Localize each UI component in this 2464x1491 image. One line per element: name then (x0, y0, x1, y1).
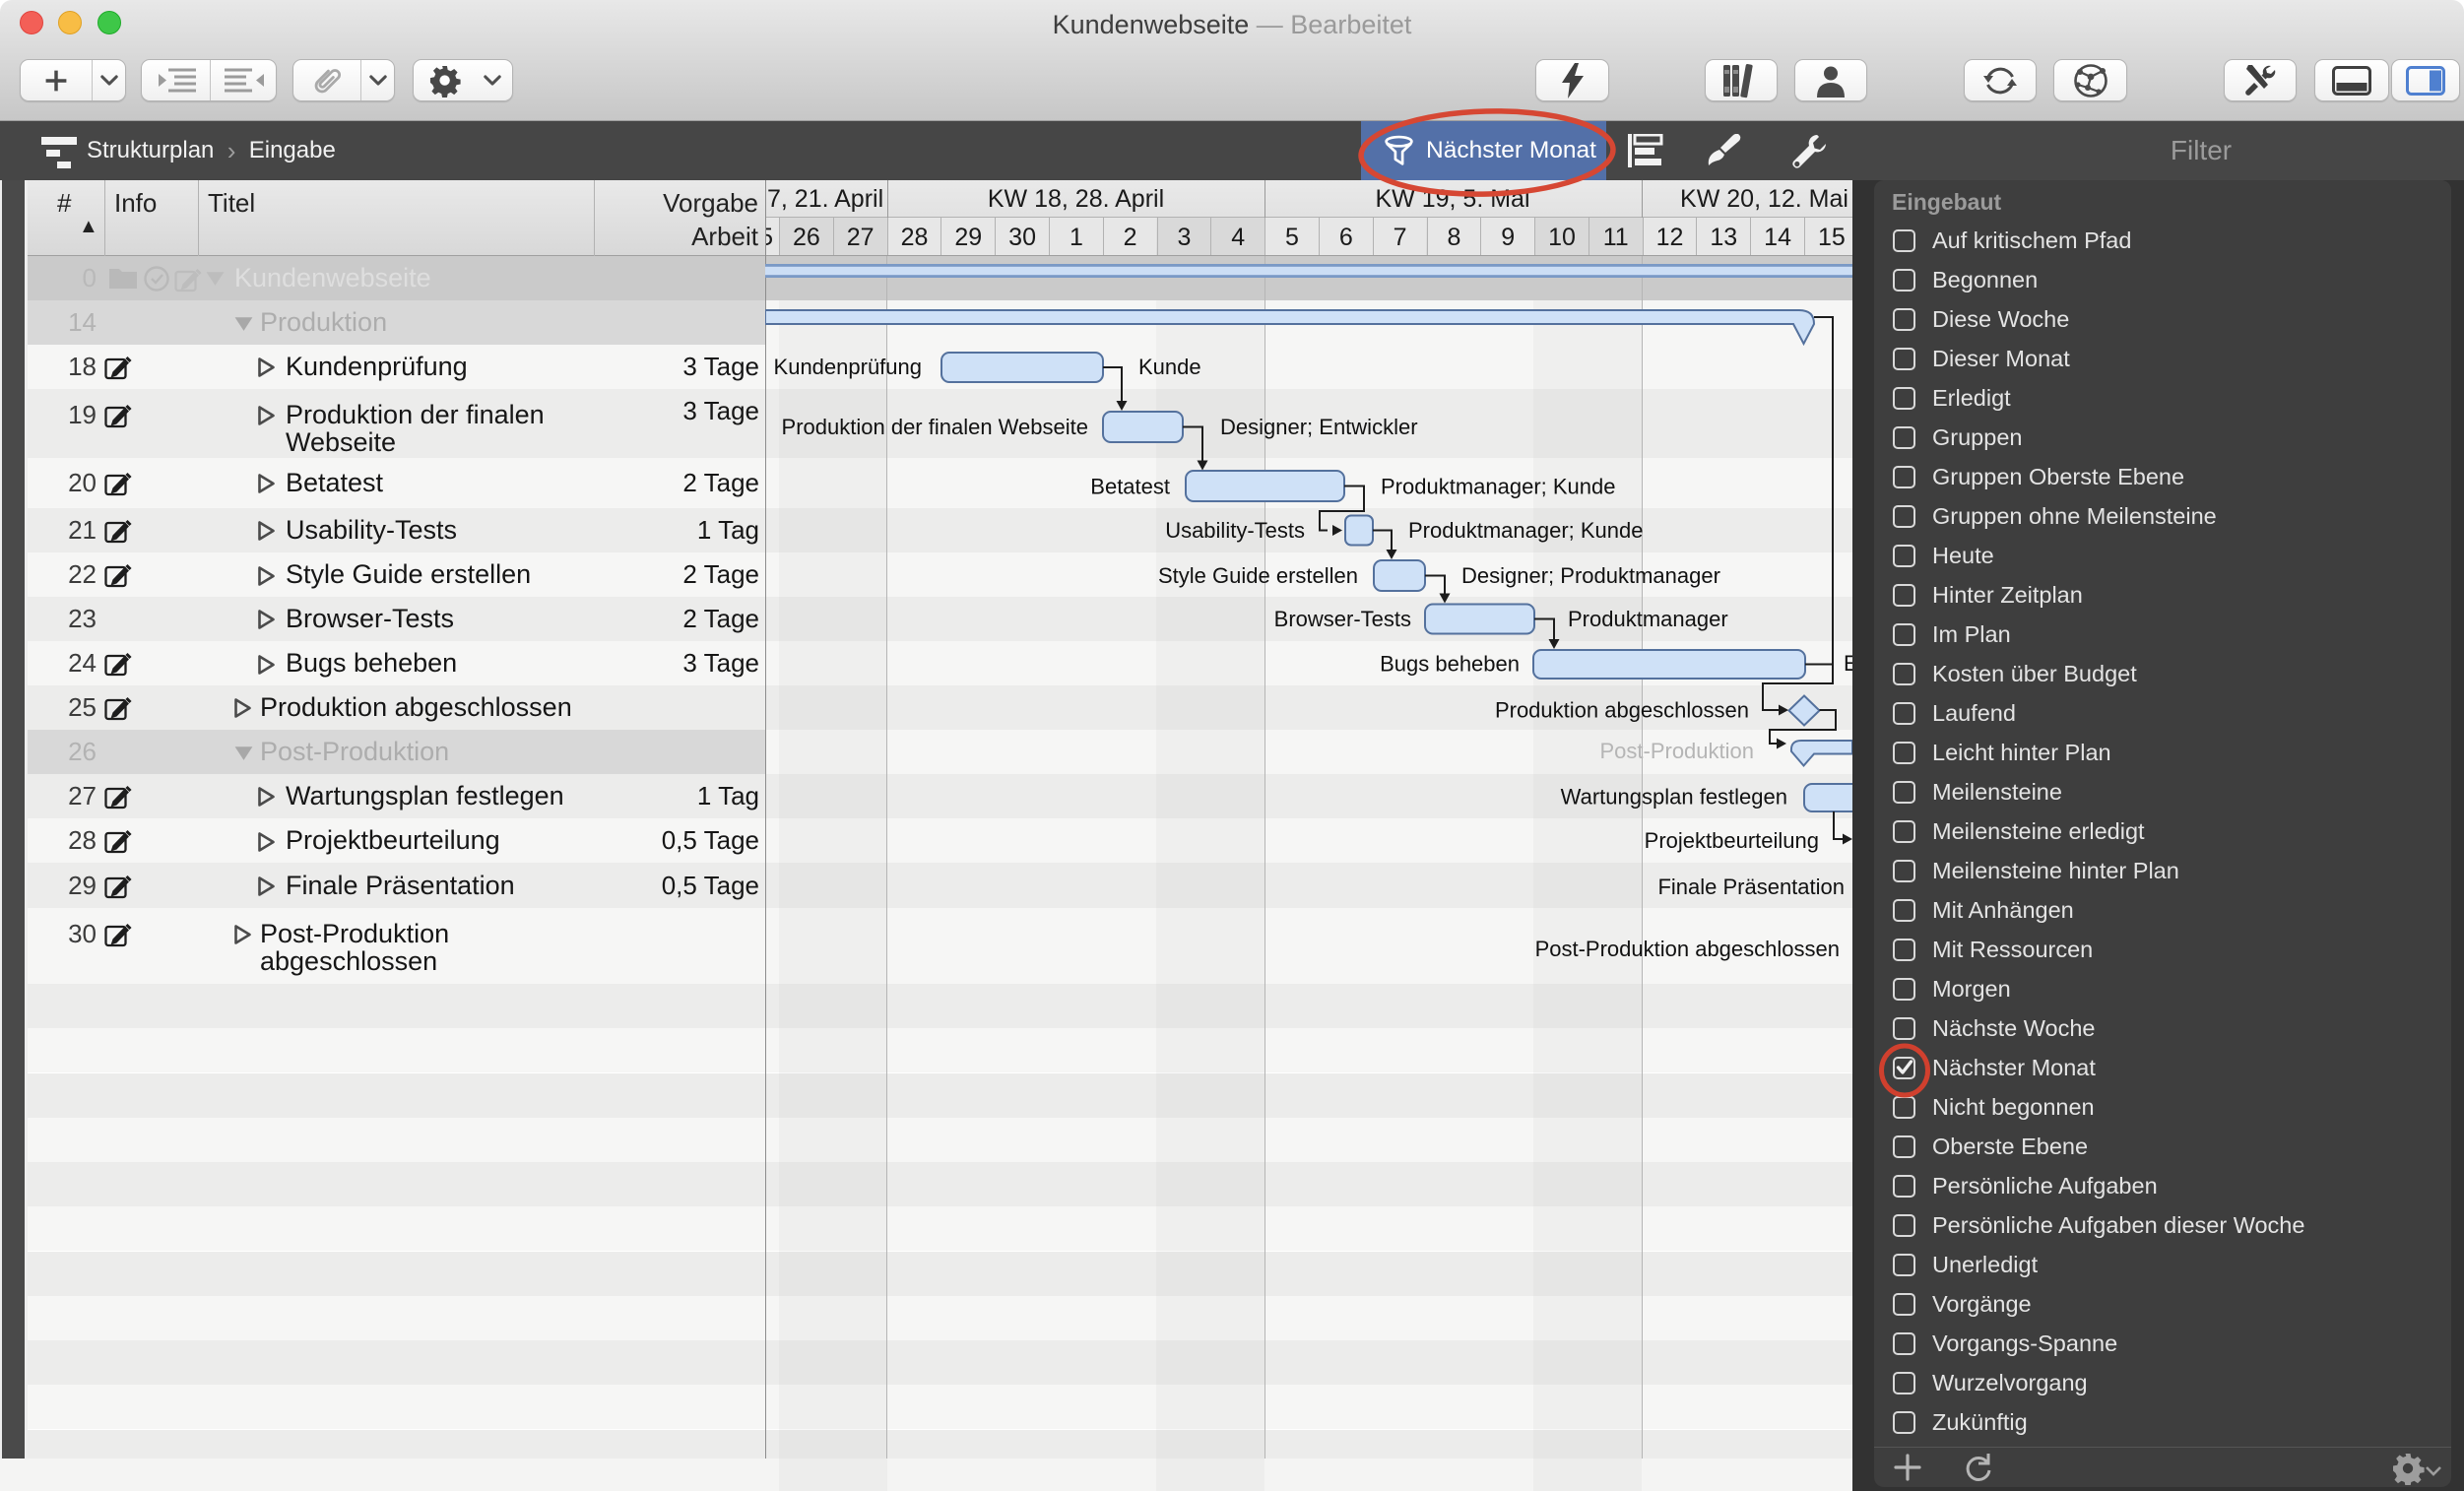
svg-text:Produktmanager: Produktmanager (1568, 607, 1728, 631)
svg-text:Browser-Tests: Browser-Tests (1274, 607, 1411, 631)
svg-text:Produktion abgeschlossen: Produktion abgeschlossen (1495, 698, 1749, 723)
svg-text:Entwickler: Entwickler (1844, 651, 1852, 676)
svg-text:Designer; Produktmanager: Designer; Produktmanager (1461, 563, 1720, 588)
svg-text:Kundenprüfung: Kundenprüfung (774, 355, 922, 379)
svg-text:Produktmanager; Kunde: Produktmanager; Kunde (1381, 475, 1616, 499)
svg-text:Betatest: Betatest (1090, 475, 1170, 499)
svg-text:Produktmanager; Kunde: Produktmanager; Kunde (1408, 518, 1644, 543)
svg-text:Finale Präsentation: Finale Präsentation (1657, 875, 1845, 899)
svg-text:Usability-Tests: Usability-Tests (1165, 518, 1305, 543)
svg-text:Projektbeurteilung: Projektbeurteilung (1645, 828, 1819, 853)
svg-text:Wartungsplan festlegen: Wartungsplan festlegen (1561, 785, 1787, 810)
svg-text:Post-Produktion: Post-Produktion (1599, 739, 1754, 763)
svg-text:Post-Produktion abgeschlossen: Post-Produktion abgeschlossen (1535, 937, 1840, 961)
svg-text:Kunde: Kunde (1138, 355, 1201, 379)
svg-text:Style Guide erstellen: Style Guide erstellen (1158, 563, 1358, 588)
svg-text:Produktion der finalen Webseit: Produktion der finalen Webseite (782, 415, 1088, 439)
svg-text:Designer; Entwickler: Designer; Entwickler (1220, 415, 1418, 439)
svg-text:Bugs beheben: Bugs beheben (1380, 652, 1520, 677)
